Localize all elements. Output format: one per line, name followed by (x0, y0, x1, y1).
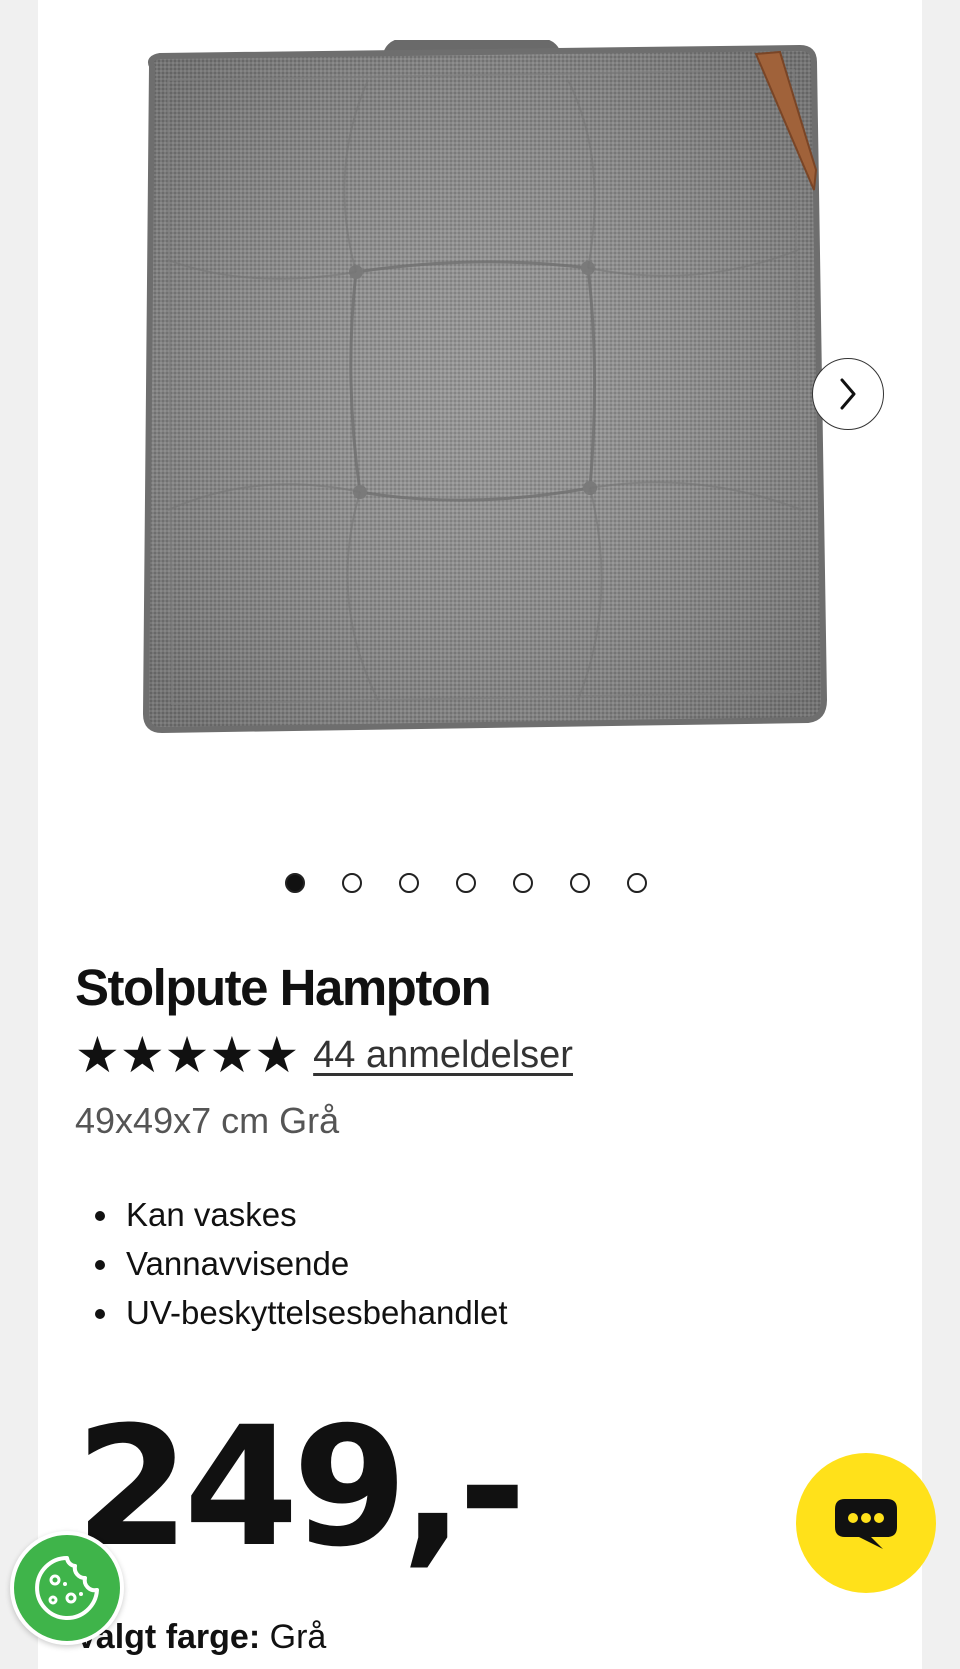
gallery-dot[interactable] (513, 873, 533, 893)
product-title: Stolpute Hampton (75, 959, 492, 1016)
star-icon: ★ (254, 1026, 300, 1084)
rating-row: ★ ★ ★ ★ ★ 44 anmeldelser (75, 1030, 573, 1080)
next-image-button[interactable] (812, 358, 884, 430)
gallery-dot[interactable] (399, 873, 419, 893)
gallery-dot[interactable] (627, 873, 647, 893)
star-icon: ★ (75, 1026, 120, 1084)
feature-item: UV-beskyttelsesbehandlet (122, 1288, 508, 1337)
chat-button[interactable] (796, 1453, 936, 1593)
star-icon: ★ (119, 1026, 165, 1084)
rating-stars: ★ ★ ★ ★ ★ (75, 1030, 299, 1080)
chevron-right-icon (840, 378, 856, 410)
product-image[interactable] (138, 38, 830, 740)
star-icon: ★ (209, 1026, 255, 1084)
gallery-dot[interactable] (285, 873, 305, 893)
gallery-dot[interactable] (456, 873, 476, 893)
reviews-link[interactable]: 44 anmeldelser (313, 1034, 573, 1077)
selected-color-value: Grå (269, 1618, 327, 1656)
feature-item: Kan vaskes (122, 1190, 508, 1239)
gallery-dot[interactable] (342, 873, 362, 893)
cookie-icon (35, 1556, 99, 1620)
cookie-settings-button[interactable] (10, 1531, 124, 1645)
chat-bubble-icon (835, 1499, 897, 1549)
product-variant: 49x49x7 cm Grå (75, 1100, 340, 1141)
star-icon: ★ (164, 1026, 210, 1084)
product-price: 249,- (75, 1391, 527, 1583)
feature-item: Vannavvisende (122, 1239, 508, 1288)
product-card: Stolpute Hampton ★ ★ ★ ★ ★ 44 anmeldelser 49… (38, 0, 922, 1669)
selected-color: Valgt farge: Grå (75, 1618, 326, 1657)
feature-list: Kan vaskes Vannavvisende UV-beskyttelses… (98, 1190, 508, 1337)
cushion-illustration (142, 38, 828, 734)
gallery-pagination (285, 873, 647, 893)
gallery-dot[interactable] (570, 873, 590, 893)
